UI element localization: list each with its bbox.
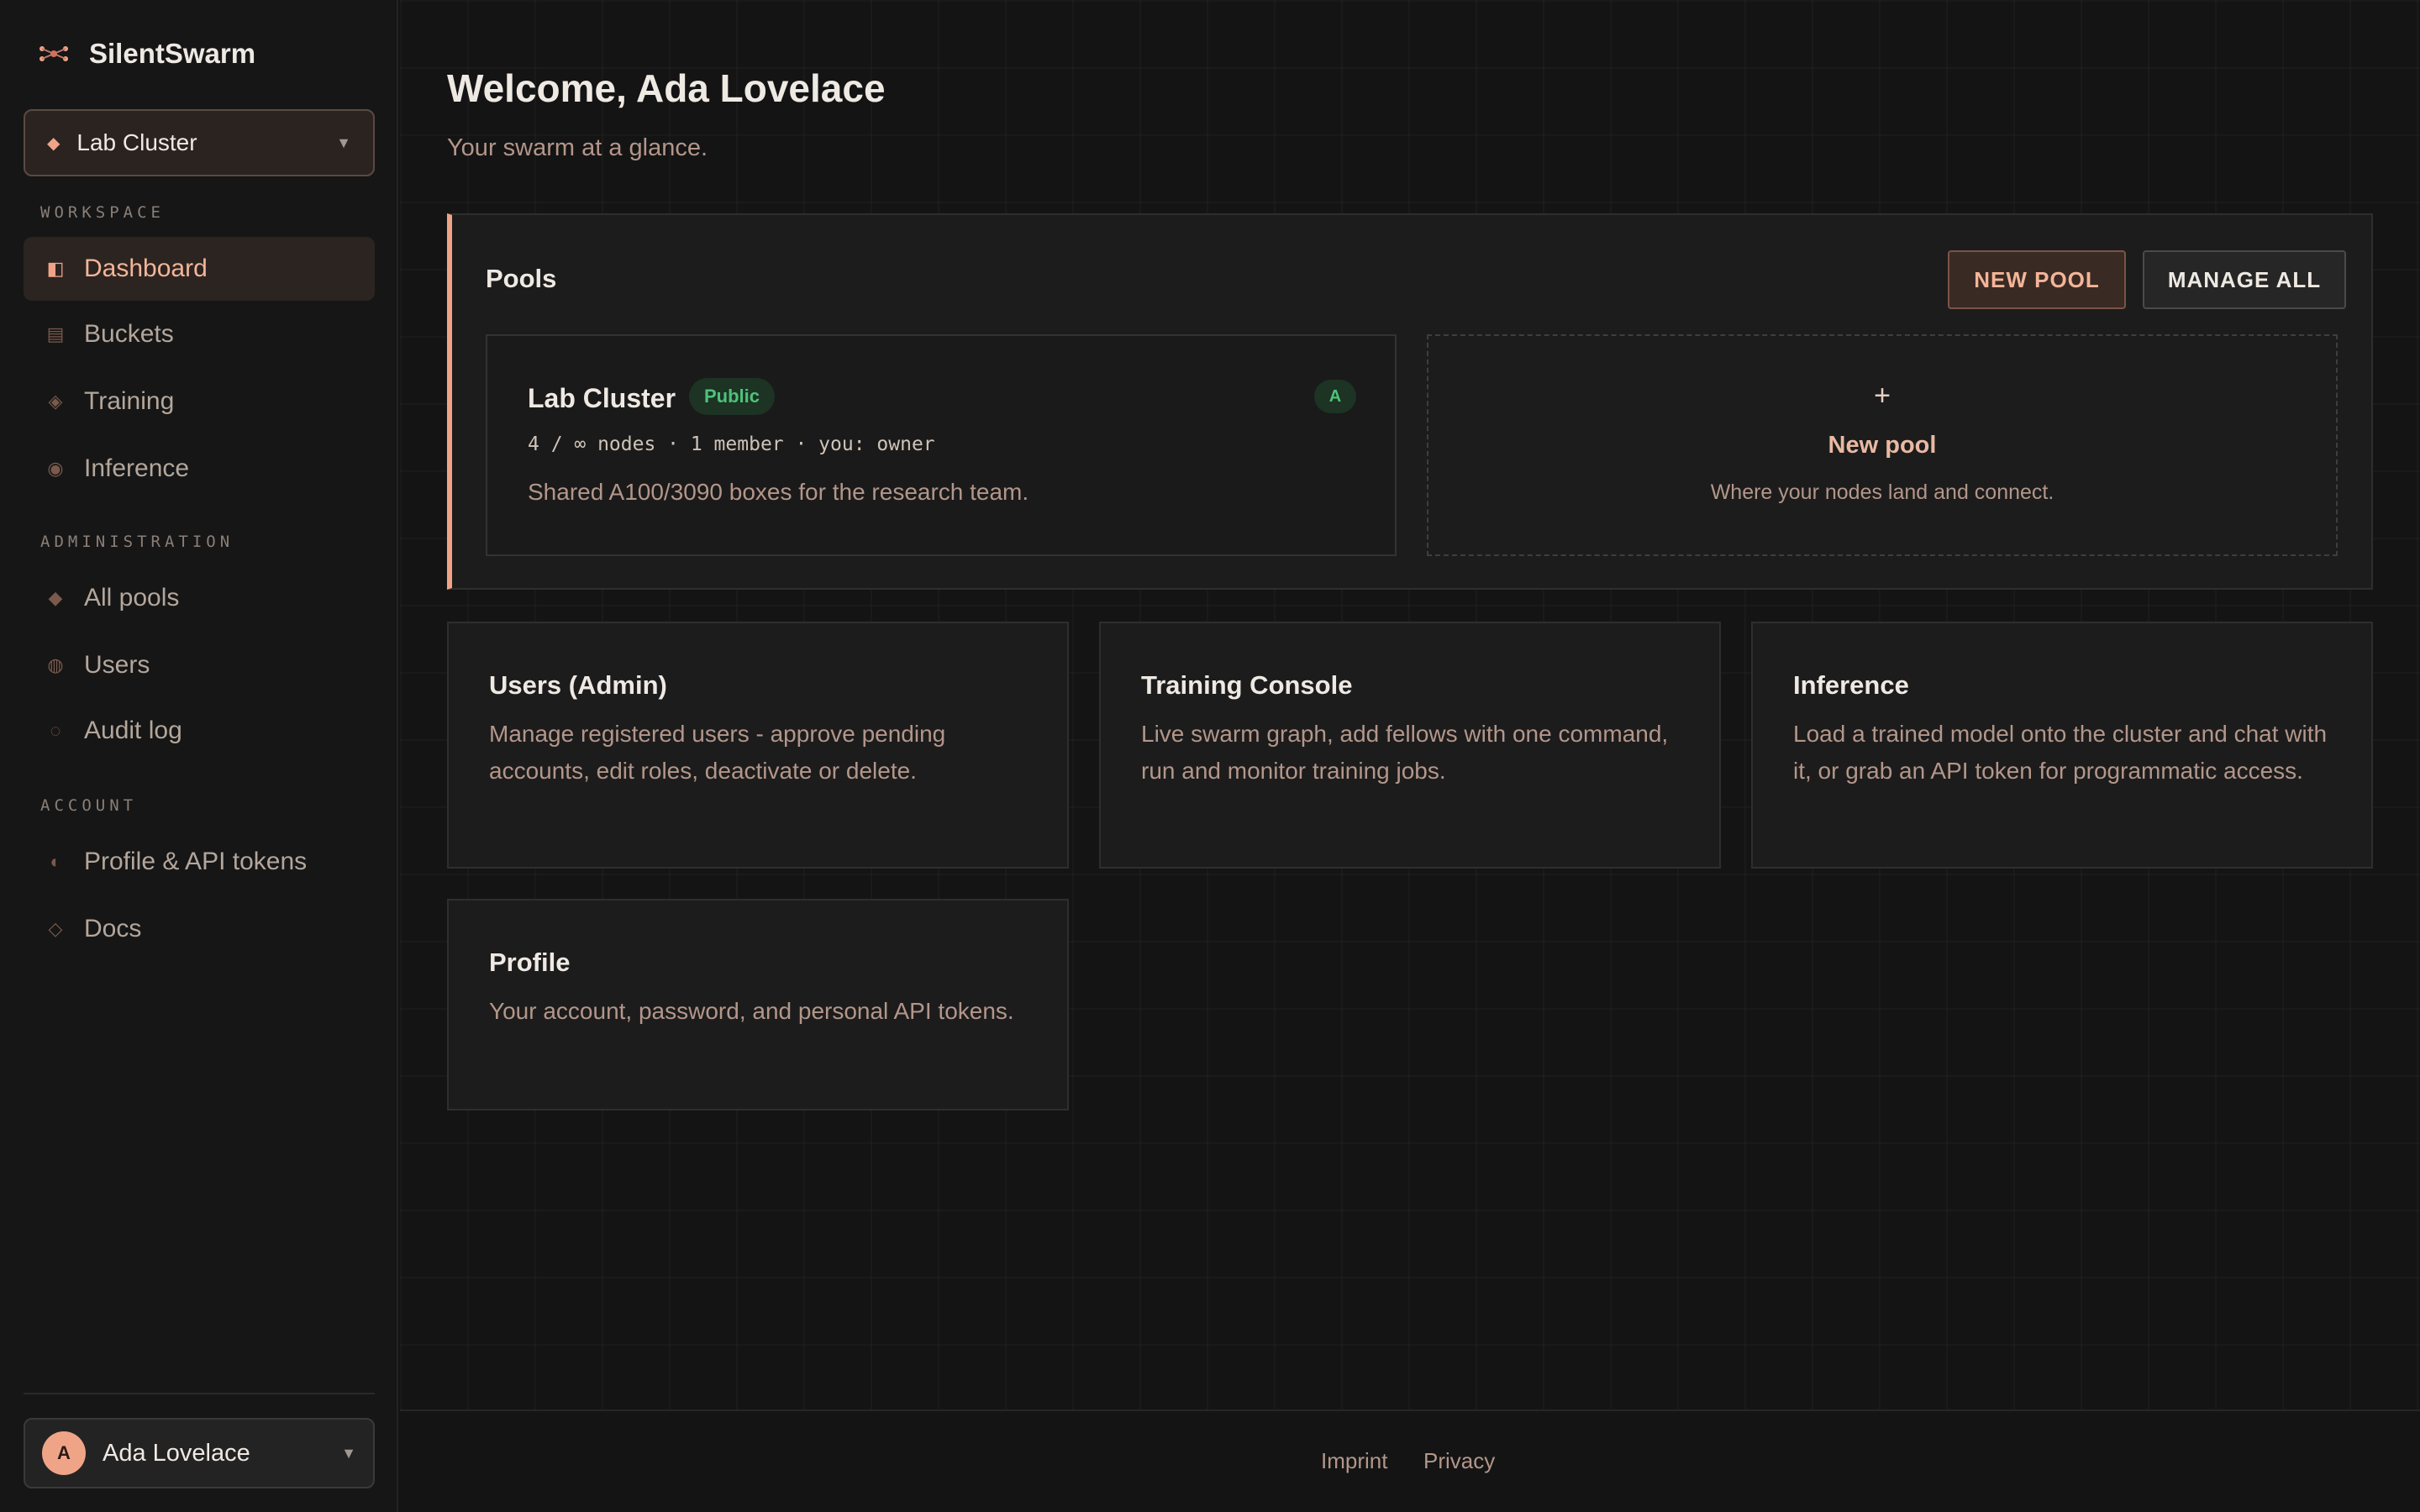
new-pool-title: New pool [1828,432,1937,459]
audit-icon: ◌ [50,720,61,741]
member-badge: A [1314,380,1356,413]
sidebar-item-label: Buckets [84,320,174,348]
sidebar-item-profile[interactable]: ◐ Profile & API tokens [24,830,375,894]
pool-name: Lab Cluster [528,383,676,413]
card-body: Live swarm graph, add fellows with one c… [1141,721,1669,784]
new-pool-subtitle: Where your nodes land and connect. [1710,480,2054,504]
sidebar-item-label: Users [84,651,150,679]
card-title: Users (Admin) [489,670,667,700]
section-label-administration: ADMINISTRATION [40,533,234,551]
chevron-down-icon: ▼ [336,134,351,151]
docs-icon: ◇ [48,918,63,939]
sidebar-item-label: Profile & API tokens [84,848,308,875]
cluster-select[interactable]: ◆ Lab Cluster ▼ [24,109,375,176]
section-label-workspace: WORKSPACE [40,203,165,222]
swarm-icon [39,46,68,61]
training-icon: ◈ [48,391,63,412]
avatar: A [42,1431,86,1475]
card-title: Training Console [1141,670,1353,700]
sidebar: SilentSwarm ◆ Lab Cluster ▼ WORKSPACE ◧ … [0,0,398,1512]
pools-panel: Pools NEW POOL MANAGE ALL Lab Cluster Pu… [447,213,2373,590]
sidebar-item-training[interactable]: ◈ Training [24,370,375,433]
card-title: Profile [489,948,571,977]
sidebar-item-all-pools[interactable]: ◆ All pools [24,566,375,630]
user-name: Ada Lovelace [103,1439,250,1467]
sidebar-item-dashboard[interactable]: ◧ Dashboard [24,237,375,301]
card-users-admin[interactable]: Users (Admin) Manage registered users - … [447,622,1069,869]
sidebar-item-label: All pools [84,584,180,612]
sidebar-item-docs[interactable]: ◇ Docs [24,897,375,961]
new-pool-button[interactable]: NEW POOL [1948,250,2126,309]
brand[interactable]: SilentSwarm [37,34,255,74]
pool-meta: 4 / ∞ nodes · 1 member · you: owner [528,433,935,455]
card-title: Inference [1793,670,1909,700]
imprint-link[interactable]: Imprint [1321,1448,1387,1474]
page-subtitle: Your swarm at a glance. [447,134,708,161]
privacy-link[interactable]: Privacy [1423,1448,1495,1474]
sidebar-item-inference[interactable]: ◉ Inference [24,437,375,501]
brand-name: SilentSwarm [89,38,256,69]
page-title: Welcome, Ada Lovelace [447,66,886,110]
sidebar-item-users[interactable]: ◍ Users [24,633,375,697]
sidebar-divider [24,1393,375,1394]
card-profile[interactable]: Profile Your account, password, and pers… [447,899,1069,1110]
bucket-icon: ▤ [46,323,65,344]
footer: Imprint Privacy [400,1410,2420,1512]
pools-icon: ◆ [48,587,63,608]
card-body: Manage registered users - approve pendin… [489,721,946,784]
pool-card-lab-cluster[interactable]: Lab Cluster Public A 4 / ∞ nodes · 1 mem… [486,334,1397,556]
dashboard-icon: ◧ [46,258,65,279]
sidebar-item-label: Inference [84,454,190,482]
sidebar-item-label: Audit log [84,717,182,744]
card-training-console[interactable]: Training Console Live swarm graph, add f… [1099,622,1721,869]
new-pool-tile[interactable]: + New pool Where your nodes land and con… [1427,334,2338,556]
main-content: Welcome, Ada Lovelace Your swarm at a gl… [400,0,2420,1410]
card-body: Load a trained model onto the cluster an… [1793,721,2328,784]
user-menu[interactable]: A Ada Lovelace ▼ [24,1418,375,1488]
sidebar-item-audit-log[interactable]: ◌ Audit log [24,699,375,763]
pools-title: Pools [486,264,557,293]
card-body: Your account, password, and personal API… [489,998,1014,1024]
card-inference[interactable]: Inference Load a trained model onto the … [1751,622,2373,869]
visibility-badge: Public [689,378,776,415]
sidebar-item-label: Dashboard [84,255,208,282]
inference-icon: ◉ [47,458,64,479]
diamond-icon: ◆ [47,134,60,153]
sidebar-item-label: Training [84,387,175,415]
users-icon: ◍ [47,654,64,675]
manage-all-button[interactable]: MANAGE ALL [2143,250,2346,309]
plus-icon: + [1874,380,1891,412]
section-label-account: ACCOUNT [40,796,138,815]
sidebar-item-label: Docs [84,915,142,942]
chevron-down-icon: ▼ [341,1444,356,1462]
sidebar-item-buckets[interactable]: ▤ Buckets [24,302,375,366]
profile-icon: ◐ [50,851,61,872]
pool-description: Shared A100/3090 boxes for the research … [528,479,1029,505]
cluster-select-value: Lab Cluster [76,129,197,155]
